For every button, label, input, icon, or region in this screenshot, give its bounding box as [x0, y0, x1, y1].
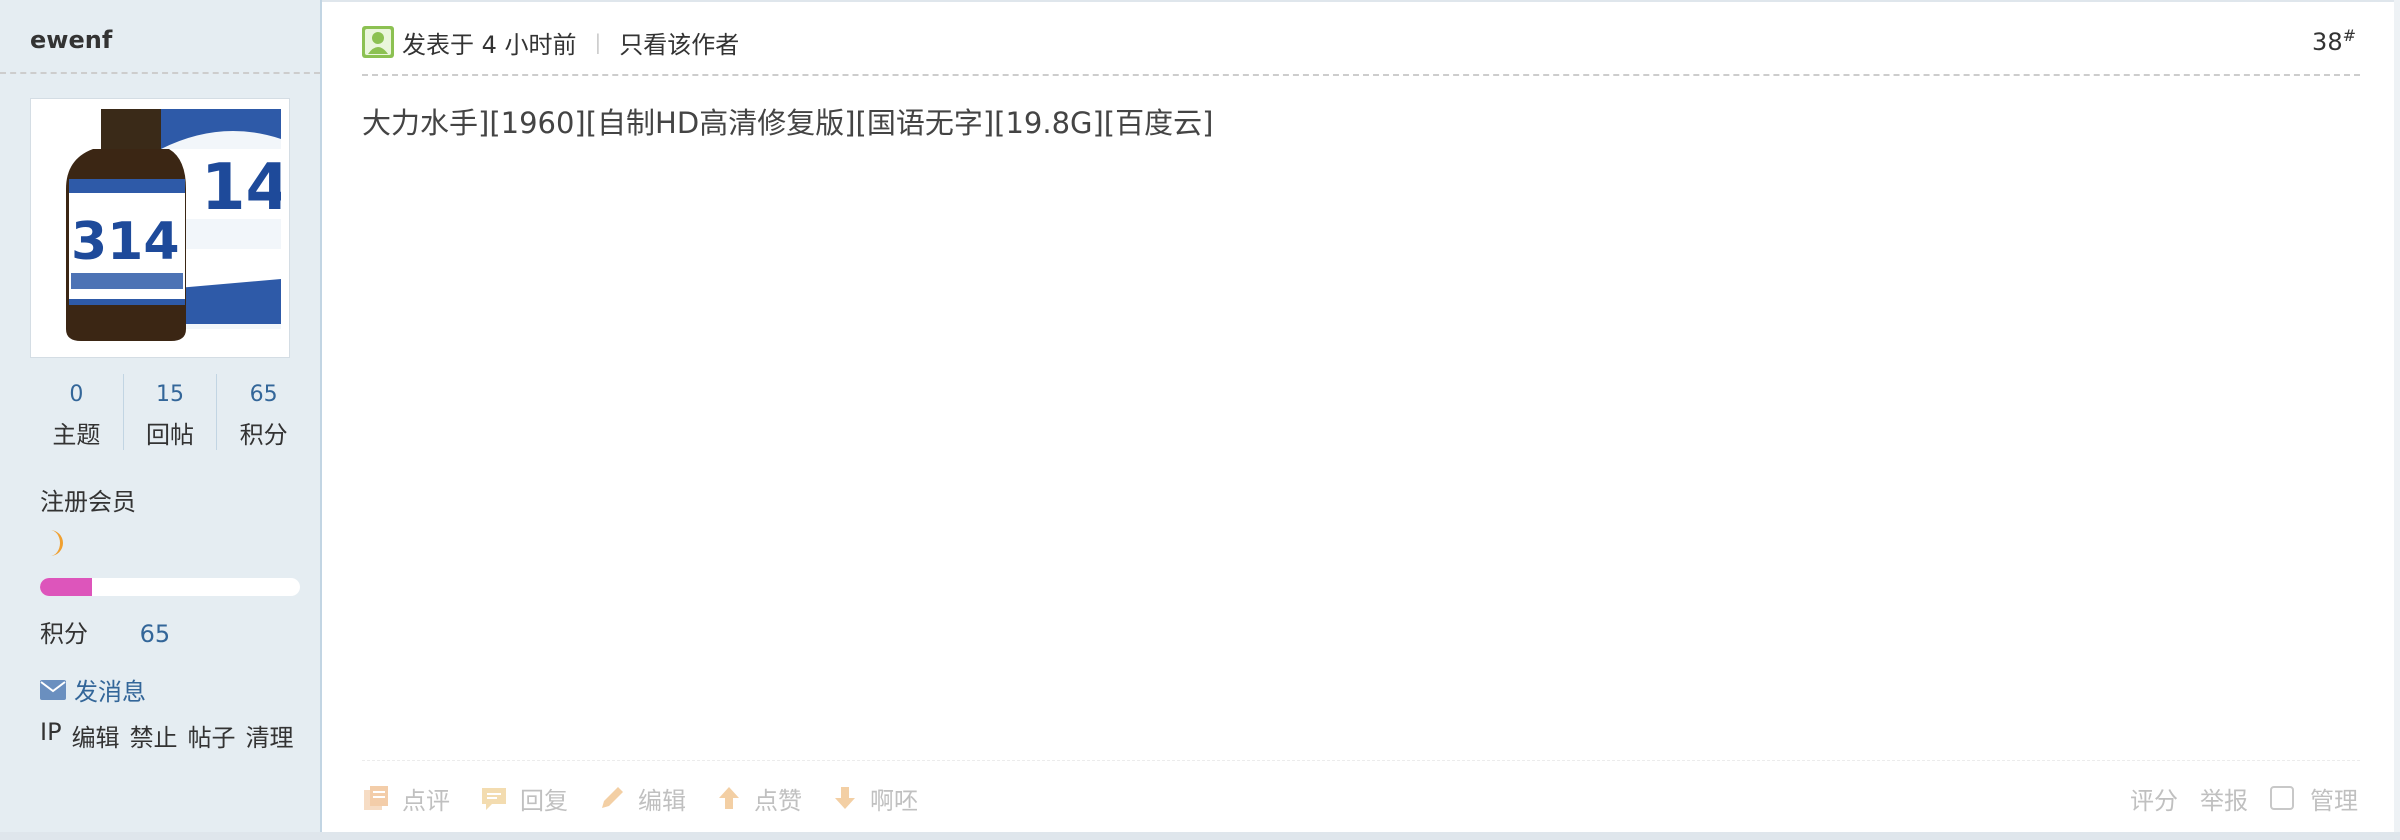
moon-icon: [50, 530, 63, 556]
report-link[interactable]: 举报: [2200, 781, 2248, 816]
post-header: 发表于 4 小时前 | 只看该作者 38#: [362, 24, 2360, 60]
reply-label: 回复: [520, 786, 568, 815]
author-sidebar: ewenf 14 314 0 主题 15 回帖 65 积分 注册会员 积分 65…: [0, 0, 322, 840]
dislike-label: 啊呸: [870, 786, 918, 815]
admin-links: IP 编辑 禁止 帖子 清理: [40, 718, 294, 753]
send-message-label: 发消息: [74, 678, 146, 706]
post-actions: 点评 回复 编辑 点赞 啊呸: [362, 780, 948, 816]
avatar[interactable]: 14 314: [30, 98, 290, 358]
admin-link-ban[interactable]: 禁止: [130, 718, 178, 753]
post-admin-actions: 评分 举报 管理: [2130, 780, 2358, 816]
manage-label: 管理: [2310, 786, 2358, 815]
author-stats: 0 主题 15 回帖 65 积分: [30, 374, 310, 450]
floor-number[interactable]: 38#: [2312, 26, 2356, 56]
edit-label: 编辑: [638, 786, 686, 815]
edit-icon: [602, 787, 623, 808]
points-row: 积分 65: [40, 614, 170, 649]
post-content: 大力水手][1960][自制HD高清修复版][国语无字][19.8G][百度云]: [362, 106, 1214, 140]
avatar-image: 14 314: [41, 109, 281, 349]
floor-value: 38: [2312, 28, 2343, 56]
admin-link-edit[interactable]: 编辑: [72, 718, 120, 753]
divider: [0, 72, 320, 74]
user-group[interactable]: 注册会员: [40, 482, 136, 517]
stat-label: 积分: [239, 421, 288, 449]
stat-value: 65: [249, 382, 278, 407]
stat-value: 15: [156, 382, 184, 407]
level-progress-fill: [40, 578, 92, 596]
comment-label: 点评: [402, 786, 450, 815]
level-progress-bar: [40, 578, 300, 596]
divider: [362, 760, 2360, 761]
comment-button[interactable]: 点评: [362, 781, 450, 816]
online-status-icon: [362, 26, 394, 58]
thumb-up-icon: [719, 787, 739, 809]
stat-value: 0: [69, 382, 84, 407]
points-label: 积分: [40, 620, 88, 648]
send-message-link[interactable]: 发消息: [40, 672, 146, 707]
edit-button[interactable]: 编辑: [598, 781, 686, 816]
rate-link[interactable]: 评分: [2130, 781, 2178, 816]
reply-icon: [482, 788, 506, 810]
stat-label: 主题: [52, 421, 101, 449]
like-label: 点赞: [754, 786, 802, 815]
svg-text:314: 314: [71, 212, 180, 272]
stat-label: 回帖: [146, 421, 194, 449]
manage-checkbox[interactable]: [2270, 786, 2294, 810]
stat-points[interactable]: 65 积分: [217, 374, 310, 450]
admin-link-ip[interactable]: IP: [40, 718, 62, 753]
post-time: 发表于 4 小时前: [402, 30, 577, 59]
divider: [362, 74, 2360, 76]
floor-mark: #: [2342, 26, 2356, 45]
stat-threads[interactable]: 0 主题: [30, 374, 124, 450]
reply-button[interactable]: 回复: [480, 781, 568, 816]
dislike-button[interactable]: 啊呸: [832, 781, 918, 816]
comment-icon: [364, 786, 388, 810]
thumb-down-icon: [835, 787, 855, 809]
admin-link-posts[interactable]: 帖子: [188, 718, 236, 753]
separator: |: [594, 30, 602, 54]
post-main: 发表于 4 小时前 | 只看该作者 38# 大力水手][1960][自制HD高清…: [362, 0, 2360, 840]
only-author-link[interactable]: 只看该作者: [619, 25, 739, 60]
admin-link-clean[interactable]: 清理: [246, 718, 294, 753]
stat-replies[interactable]: 15 回帖: [124, 374, 218, 450]
svg-text:14: 14: [201, 151, 281, 225]
manage-toggle[interactable]: 管理: [2270, 781, 2358, 816]
page-bottom-edge: [0, 832, 2400, 840]
page-edge: [2394, 0, 2400, 840]
like-button[interactable]: 点赞: [716, 781, 802, 816]
points-value: 65: [139, 620, 171, 648]
author-username[interactable]: ewenf: [30, 26, 112, 54]
envelope-icon: [40, 679, 66, 700]
